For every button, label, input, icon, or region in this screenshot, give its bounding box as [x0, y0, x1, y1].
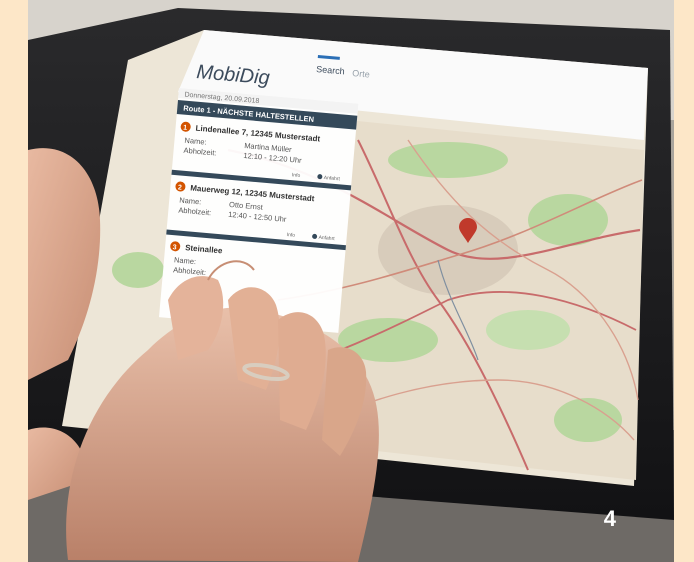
stop-info-action[interactable]: Info — [292, 172, 301, 179]
image-number-badge: 4 — [603, 506, 616, 531]
nav-other-tab[interactable]: Orte — [352, 68, 370, 79]
photo-illustration: MobiDig Search Orte Donnerstag, 20.09.20… — [28, 0, 674, 562]
stop-name-label: Name: — [184, 136, 207, 147]
stop-number: 2 — [178, 184, 183, 191]
image-frame: MobiDig Search Orte Donnerstag, 20.09.20… — [0, 0, 694, 562]
stop-info-action[interactable]: Info — [286, 232, 295, 239]
stop-number: 3 — [172, 244, 177, 251]
stop-number: 1 — [183, 125, 188, 132]
stop-name-label: Name: — [174, 255, 197, 266]
photo-tablet-in-hand: MobiDig Search Orte Donnerstag, 20.09.20… — [28, 0, 674, 562]
stop-name-label: Name: — [179, 196, 202, 207]
